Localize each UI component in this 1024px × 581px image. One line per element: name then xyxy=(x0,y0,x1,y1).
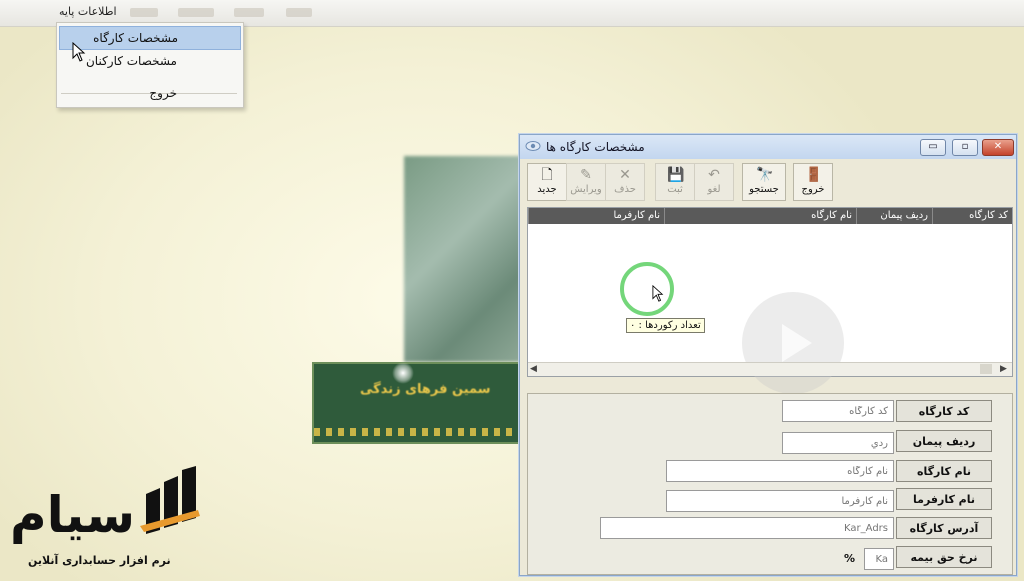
base-info-dropdown: مشخصات کارگاه مشخصات کارکنان خروج xyxy=(56,22,244,108)
search-button[interactable]: 🔭 جستجو xyxy=(742,163,786,201)
background-image xyxy=(404,156,534,362)
background-banner: سمین فرهای زندگی xyxy=(312,362,538,444)
light-glow xyxy=(392,362,414,384)
workshop-details-window: مشخصات کارگاه ها ▭ ▫ ✕ 🗋 جدید ✎ ویرایش ✕… xyxy=(519,134,1017,576)
new-button[interactable]: 🗋 جدید xyxy=(527,163,567,201)
label-workshop-address: آدرس کارگاه xyxy=(896,517,992,539)
scrollbar-thumb[interactable] xyxy=(980,364,992,374)
label-employer-name: نام کارفرما xyxy=(896,488,992,510)
record-count-tooltip: تعداد رکوردها : ۰ xyxy=(626,318,705,333)
delete-button[interactable]: ✕ حذف xyxy=(605,163,645,201)
menu-item-workshop-details[interactable]: مشخصات کارگاه xyxy=(59,26,241,50)
workshop-form: کد کارگاه ردیف پیمان نام کارگاه نام کارف… xyxy=(527,393,1013,575)
col-employer-name[interactable]: نام کارفرما xyxy=(528,208,664,224)
grid-header: کد کارگاه ردیف پیمان نام کارگاه نام کارف… xyxy=(528,208,1012,224)
insurance-rate-input[interactable] xyxy=(864,548,894,570)
logo-tagline: نرم افزار حسابداری آنلاین xyxy=(28,554,171,567)
undo-icon: ↶ xyxy=(708,167,720,183)
mouse-cursor-icon xyxy=(652,285,664,302)
menu-item-staff-details[interactable]: مشخصات کارکنان xyxy=(59,50,239,72)
exit-door-icon: 🚪 xyxy=(805,167,823,183)
toolbar: 🗋 جدید ✎ ویرایش ✕ حذف 💾 ثبت ↶ لغو 🔭 جستج… xyxy=(526,163,1010,201)
label-contract-row: ردیف پیمان xyxy=(896,430,992,452)
label-workshop-code: کد کارگاه xyxy=(896,400,992,422)
undo-label: لغو xyxy=(707,184,721,195)
window-title: مشخصات کارگاه ها xyxy=(546,140,645,154)
save-button[interactable]: 💾 ثبت xyxy=(655,163,695,201)
mouse-cursor-icon xyxy=(72,41,86,65)
new-doc-icon: 🗋 xyxy=(541,167,553,183)
col-contract-row[interactable]: ردیف پیمان xyxy=(856,208,932,224)
play-icon xyxy=(782,324,812,362)
close-button[interactable]: ✕ xyxy=(982,139,1014,156)
delete-icon: ✕ xyxy=(619,167,631,183)
col-workshop-code[interactable]: کد کارگاه xyxy=(932,208,1012,224)
label-workshop-name: نام کارگاه xyxy=(896,460,992,482)
video-play-overlay[interactable] xyxy=(742,292,844,394)
workshop-address-input[interactable] xyxy=(600,517,894,539)
grid-horizontal-scrollbar[interactable]: ◀ ▶ xyxy=(528,362,1012,376)
menu-base-info[interactable]: اطلاعات پایه xyxy=(56,5,120,18)
restore-button[interactable]: ▫ xyxy=(952,139,978,156)
scroll-right-icon[interactable]: ▶ xyxy=(1000,363,1007,376)
percent-sign: % xyxy=(844,552,856,565)
banner-text: سمین فرهای زندگی xyxy=(360,382,491,397)
employer-name-input[interactable] xyxy=(666,490,894,512)
exit-label: خروج xyxy=(801,184,825,195)
delete-label: حذف xyxy=(614,184,636,195)
label-insurance-rate: نرخ حق بیمه xyxy=(896,546,992,568)
logo-word: سیام xyxy=(10,486,137,544)
menu-item-exit[interactable]: خروج xyxy=(59,82,239,104)
workshop-name-input[interactable] xyxy=(666,460,894,482)
minimize-button[interactable]: ▭ xyxy=(920,139,946,156)
scroll-left-icon[interactable]: ◀ xyxy=(530,363,537,376)
siam-logo: سیام نرم افزار حسابداری آنلاین xyxy=(10,466,210,576)
click-highlight-ring xyxy=(620,262,674,316)
banner-stripe xyxy=(314,428,536,436)
records-grid[interactable]: کد کارگاه ردیف پیمان نام کارگاه نام کارف… xyxy=(527,207,1013,394)
contract-row-input[interactable] xyxy=(782,432,894,454)
logo-bars-icon xyxy=(140,466,200,534)
menu-item-blurred[interactable] xyxy=(178,8,214,17)
col-workshop-name[interactable]: نام کارگاه xyxy=(664,208,856,224)
window-titlebar[interactable]: مشخصات کارگاه ها ▭ ▫ ✕ xyxy=(520,135,1016,159)
menu-item-blurred[interactable] xyxy=(130,8,158,17)
eye-app-icon xyxy=(525,141,541,151)
binoculars-icon: 🔭 xyxy=(756,167,774,183)
workshop-code-input[interactable] xyxy=(782,400,894,422)
edit-icon: ✎ xyxy=(580,167,592,183)
edit-button[interactable]: ✎ ویرایش xyxy=(566,163,606,201)
menu-item-blurred[interactable] xyxy=(234,8,264,17)
edit-label: ویرایش xyxy=(570,184,602,195)
undo-button[interactable]: ↶ لغو xyxy=(694,163,734,201)
save-label: ثبت xyxy=(667,184,683,195)
new-label: جدید xyxy=(537,184,557,195)
save-icon: 💾 xyxy=(667,167,685,183)
search-label: جستجو xyxy=(749,184,779,195)
exit-button[interactable]: 🚪 خروج xyxy=(793,163,833,201)
menu-item-blurred[interactable] xyxy=(286,8,312,17)
